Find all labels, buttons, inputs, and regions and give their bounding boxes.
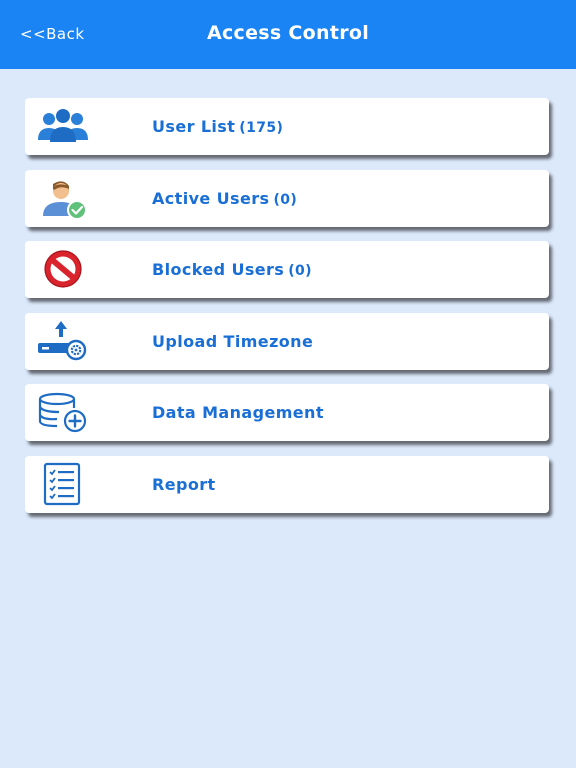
blocked-count: (0) [288, 263, 312, 279]
database-add-icon [35, 390, 91, 434]
menu-item-label: Blocked Users [152, 260, 285, 279]
menu-item-data-management[interactable]: Data Management [25, 384, 549, 441]
menu-item-label: Active Users [152, 188, 270, 208]
upload-device-icon [35, 319, 91, 363]
menu-item-label: Upload Timezone [152, 331, 314, 351]
menu-item-active-users[interactable]: Active Users (0) [25, 169, 549, 227]
report-checklist-icon [35, 462, 91, 506]
menu-list: User List (175) Active Users (0) Blocked… [25, 98, 551, 527]
app-header: <<Back Access Control [0, 0, 576, 69]
menu-item-blocked-users[interactable]: Blocked Users (0) [25, 241, 549, 298]
active-user-icon [35, 176, 91, 220]
active-count: (0) [273, 191, 298, 208]
menu-item-label: Report [152, 474, 216, 494]
blocked-icon [35, 247, 91, 291]
menu-item-label: User List [152, 117, 236, 136]
user-count: (175) [239, 120, 284, 136]
menu-item-upload-timezone[interactable]: Upload Timezone [25, 312, 549, 370]
menu-item-user-list[interactable]: User List (175) [25, 98, 549, 155]
menu-item-report[interactable]: Report [25, 455, 549, 513]
page-title: Access Control [206, 22, 370, 44]
menu-item-label: Data Management [152, 403, 324, 422]
users-group-icon [35, 104, 91, 148]
